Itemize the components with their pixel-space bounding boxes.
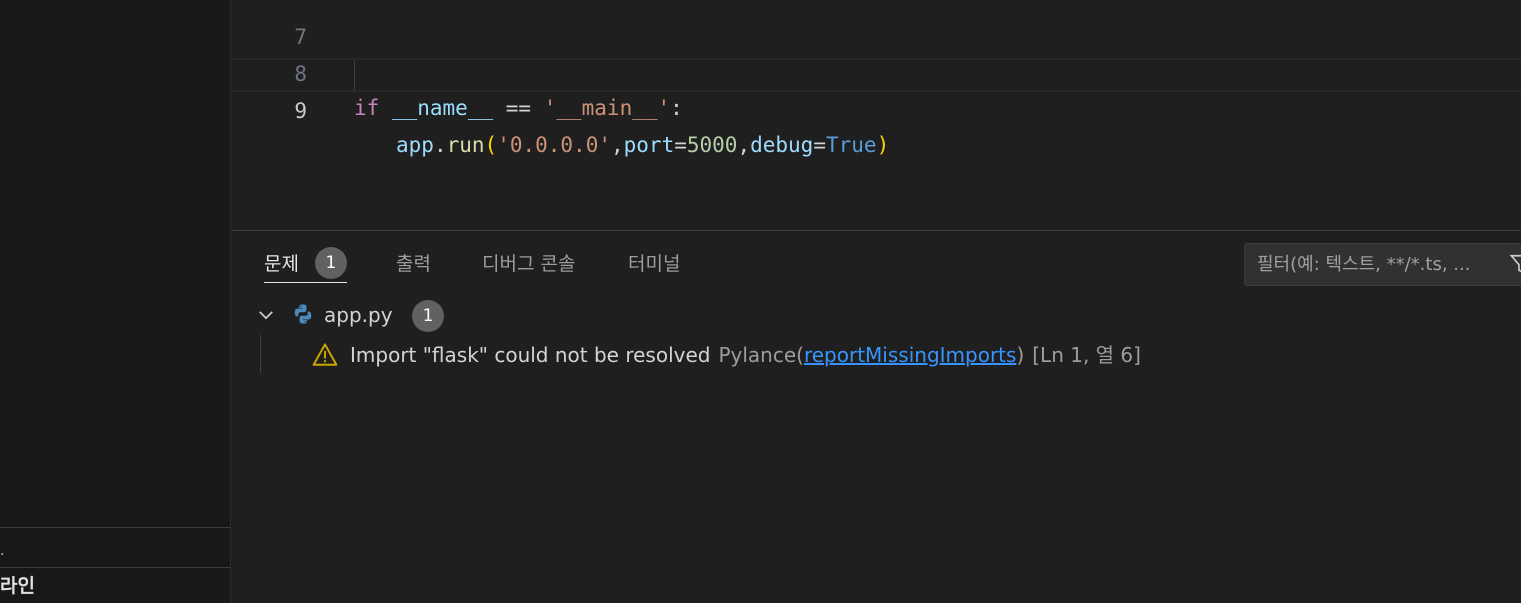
code-text: app.run('0.0.0.0',port=5000,debug=True) xyxy=(396,128,889,162)
sidebar-divider xyxy=(0,527,231,528)
panel-tabs: 문제 1 출력 디버그 콘솔 터미널 xyxy=(232,231,1521,293)
token-operator: = xyxy=(813,133,826,157)
token-string: '0.0.0.0' xyxy=(497,133,611,157)
code-line[interactable]: 8 if __name__ == '__main__': xyxy=(232,23,1521,120)
chevron-down-icon[interactable] xyxy=(256,305,276,325)
token-constant: True xyxy=(825,133,877,157)
token-variable: __name__ xyxy=(391,96,494,120)
tab-terminal[interactable]: 터미널 xyxy=(628,247,680,283)
file-problem-count: 1 xyxy=(412,300,444,332)
file-name: app.py xyxy=(324,303,393,327)
tab-debug-console[interactable]: 디버그 콘솔 xyxy=(482,247,575,283)
problem-source: Pylance(reportMissingImports) xyxy=(718,343,1025,367)
tab-label: 출력 xyxy=(396,253,431,275)
code-line[interactable]: 7 xyxy=(232,0,1521,49)
code-text: if __name__ == '__main__': xyxy=(354,91,683,125)
filter-icon[interactable] xyxy=(1510,253,1521,275)
line-number: 9 xyxy=(294,99,307,123)
tab-problems[interactable]: 문제 1 xyxy=(264,246,347,283)
problem-item[interactable]: Import "flask" could not be resolved Pyla… xyxy=(232,335,1521,375)
problem-message: Import "flask" could not be resolved xyxy=(350,343,711,367)
code-line-current[interactable]: 9 app.run('0.0.0.0',port=5000,debug=True… xyxy=(232,58,1521,157)
token-operator: = xyxy=(674,133,687,157)
problems-count-badge: 1 xyxy=(314,246,347,279)
sidebar-collapsed-section[interactable]: . xyxy=(0,536,231,566)
problem-file-row[interactable]: app.py 1 xyxy=(232,293,1521,335)
tab-label: 터미널 xyxy=(628,253,681,275)
sidebar-divider xyxy=(0,567,231,568)
token-parameter: port xyxy=(623,133,675,157)
token-variable: app xyxy=(396,133,434,157)
token-parameter: debug xyxy=(750,133,814,157)
token-punctuation: : xyxy=(670,96,683,120)
tab-label: 디버그 콘솔 xyxy=(482,253,576,275)
warning-icon xyxy=(312,343,338,366)
token-keyword: if xyxy=(354,96,380,120)
tree-indent-guide xyxy=(260,335,261,373)
filter-input[interactable] xyxy=(1245,244,1505,285)
token-punctuation: , xyxy=(610,133,624,157)
problems-filter xyxy=(1244,243,1521,286)
token-operator: == xyxy=(505,96,532,120)
tab-label: 문제 xyxy=(264,253,299,275)
tab-output[interactable]: 출력 xyxy=(396,247,431,283)
outline-section-title[interactable]: 라인 xyxy=(0,572,35,600)
sidebar-dot: . xyxy=(0,543,5,559)
problem-code-link[interactable]: reportMissingImports xyxy=(804,343,1016,367)
bottom-panel: 문제 1 출력 디버그 콘솔 터미널 app.py 1 xyxy=(232,230,1521,603)
sidebar: . 라인 xyxy=(0,0,231,603)
token-string: '__main__' xyxy=(543,96,671,120)
token-bracket: ) xyxy=(876,133,890,157)
problem-text: Import "flask" could not be resolved Pyla… xyxy=(350,339,1141,371)
code-editor[interactable]: 7 8 if __name__ == '__main__': 9 app.run… xyxy=(232,0,1521,230)
token-function: run xyxy=(446,133,485,157)
python-file-icon xyxy=(294,304,312,324)
token-number: 5000 xyxy=(686,133,738,157)
token-punctuation: , xyxy=(737,133,751,157)
problem-position: [Ln 1, 열 6] xyxy=(1032,343,1141,367)
token-bracket: ( xyxy=(484,133,498,157)
token-punctuation: . xyxy=(433,133,447,157)
